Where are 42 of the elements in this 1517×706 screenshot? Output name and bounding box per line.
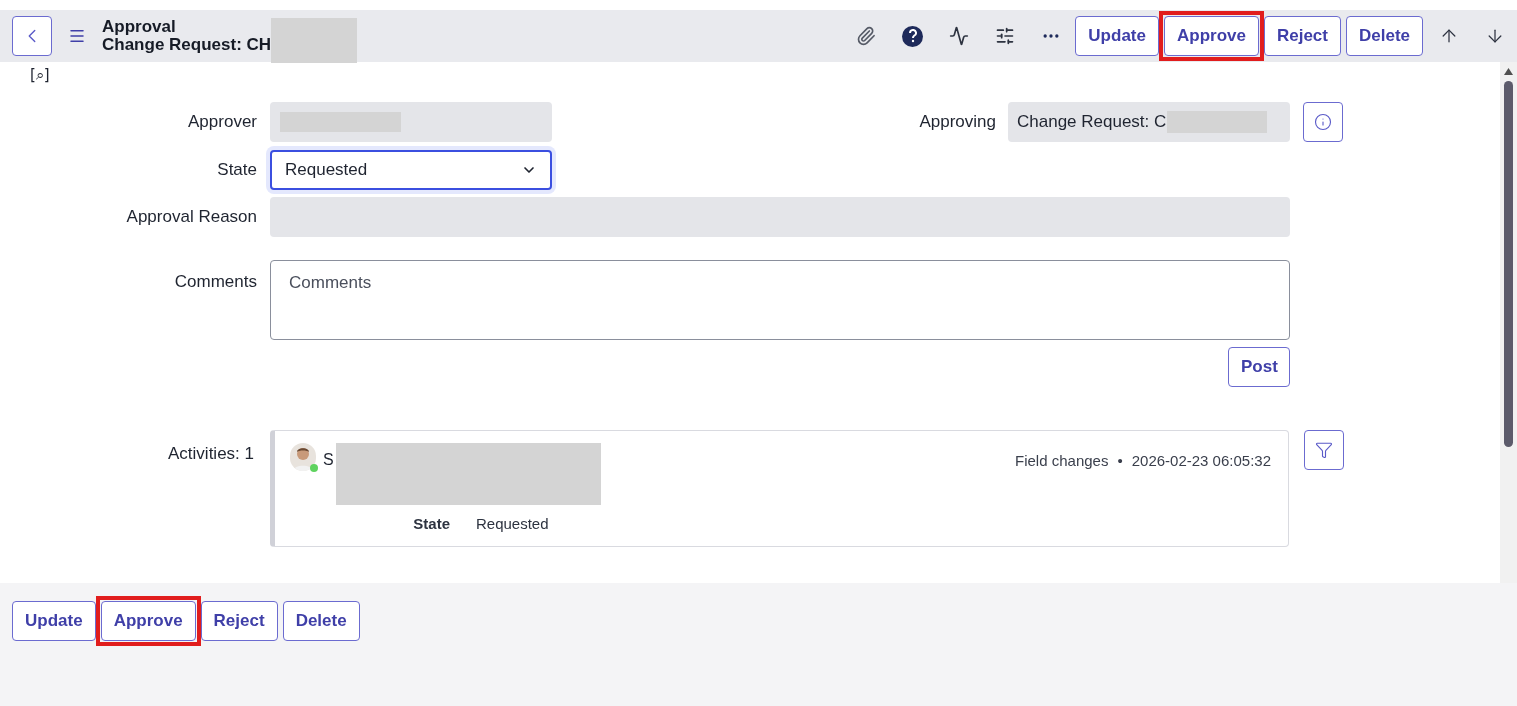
separator-dot: • bbox=[1117, 451, 1123, 471]
search-marker: [⌕] bbox=[30, 65, 50, 86]
change-field: State bbox=[355, 513, 450, 536]
scrollbar-thumb[interactable] bbox=[1504, 81, 1513, 447]
activity-type: Field changes bbox=[1015, 451, 1109, 471]
paperclip-icon[interactable] bbox=[856, 26, 877, 46]
footer-button[interactable]: Reject bbox=[200, 601, 278, 641]
record-title: Change Request: CH bbox=[102, 36, 272, 54]
field-label: Approval Reason bbox=[125, 206, 257, 229]
scroll-up-icon[interactable] bbox=[1504, 68, 1513, 75]
help-icon[interactable] bbox=[902, 25, 924, 47]
info-icon bbox=[1314, 113, 1332, 131]
back-button[interactable] bbox=[12, 16, 52, 56]
avatar bbox=[290, 443, 316, 471]
activity-timestamp: 2026-02-23 06:05:32 bbox=[1131, 451, 1271, 471]
toolbar-button[interactable]: Reject bbox=[1263, 16, 1341, 56]
post-button[interactable]: Post bbox=[1228, 347, 1290, 387]
approver-field[interactable] bbox=[270, 102, 552, 142]
filter-icon bbox=[1315, 441, 1333, 459]
field-label: Comments bbox=[173, 271, 257, 293]
approval-reason-field[interactable] bbox=[270, 197, 1290, 237]
field-label: Approving bbox=[918, 111, 996, 134]
toolbar-button[interactable]: Delete bbox=[1345, 16, 1423, 56]
sliders-icon[interactable] bbox=[995, 26, 1016, 46]
filter-button[interactable] bbox=[1304, 430, 1344, 470]
pulse-icon[interactable] bbox=[949, 26, 970, 46]
field-label: Approver bbox=[187, 111, 257, 134]
scrollbar[interactable] bbox=[1500, 62, 1517, 583]
approving-field[interactable]: Change Request: C bbox=[1008, 102, 1290, 142]
info-button[interactable] bbox=[1303, 102, 1343, 142]
activities-label: Activities: 1 bbox=[167, 443, 254, 465]
toolbar-button[interactable]: Update bbox=[1075, 16, 1159, 56]
toolbar-button[interactable]: Approve bbox=[1163, 16, 1259, 56]
footer-button[interactable]: Update bbox=[12, 601, 96, 641]
field-label: State bbox=[216, 159, 257, 182]
change-value: Requested bbox=[476, 514, 549, 534]
footer-button[interactable]: Delete bbox=[282, 601, 360, 641]
activity-author: S bbox=[323, 450, 334, 470]
comments-field[interactable]: Comments bbox=[270, 260, 1290, 340]
record-type: Approval bbox=[102, 18, 177, 36]
menu-icon[interactable] bbox=[68, 27, 86, 45]
footer-button[interactable]: Approve bbox=[100, 601, 196, 641]
